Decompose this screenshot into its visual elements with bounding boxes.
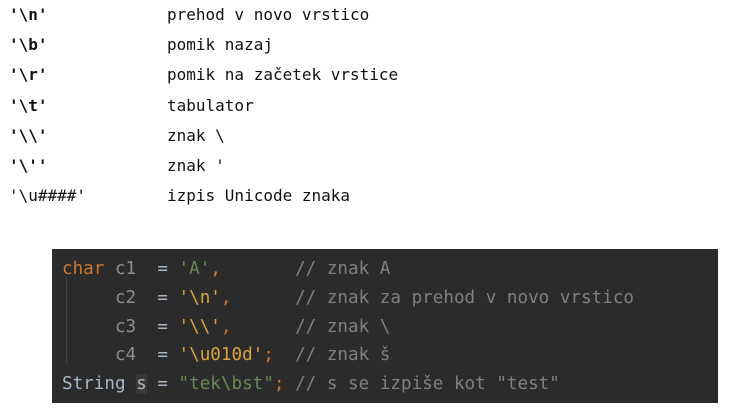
- variable-name: c2: [114, 287, 137, 308]
- char-literal: '\\': [178, 316, 221, 337]
- escape-row: '\r' pomik na začetek vrstice: [9, 63, 398, 93]
- escape-description: pomik na začetek vrstice: [167, 65, 399, 85]
- assign-operator: =: [146, 287, 179, 308]
- char-literal: '\u010d': [178, 345, 264, 366]
- escape-description: tabulator: [167, 95, 254, 115]
- assign-operator: =: [146, 345, 179, 366]
- escape-description: znak ': [167, 155, 225, 175]
- escape-code: '\u####': [9, 186, 87, 206]
- code-line: c2 = '\n', // znak za prehod v novo vrst…: [52, 284, 718, 313]
- escape-row: '\'' znak ': [9, 154, 398, 184]
- escape-description: pomik nazaj: [167, 35, 273, 55]
- escape-row: '\u####' izpis Unicode znaka: [9, 184, 398, 214]
- escape-description: izpis Unicode znaka: [167, 186, 351, 206]
- escape-code: '\t': [9, 95, 48, 115]
- escape-code: '\b': [9, 35, 48, 55]
- escape-code: '\r': [9, 65, 48, 85]
- variable-name: s: [136, 374, 147, 395]
- code-comment: // znak A: [295, 259, 391, 279]
- spacing: [221, 259, 295, 279]
- spacing: [232, 317, 296, 337]
- spacing: [274, 345, 295, 365]
- escape-row: '\n' prehod v novo vrstico: [9, 3, 398, 33]
- assign-operator: =: [146, 374, 179, 395]
- separator: ,: [220, 287, 232, 308]
- escape-row: '\b' pomik nazaj: [9, 33, 398, 63]
- code-line: c4 = '\u010d'; // znak š: [52, 341, 718, 370]
- code-comment: // s se izpiše kot "test": [295, 374, 560, 395]
- code-comment: // znak š: [295, 345, 391, 366]
- escape-code: '\'': [9, 155, 48, 175]
- escape-row: '\t' tabulator: [9, 94, 398, 124]
- escape-sequence-table: '\n' prehod v novo vrstico '\b' pomik na…: [9, 3, 398, 214]
- string-literal: "tek\bst": [178, 374, 274, 395]
- variable-name: c3: [114, 316, 137, 337]
- code-editor-panel: char c1 = 'A', // znak A c2 = '\n', // z…: [52, 249, 718, 403]
- code-line: String s = "tek\bst"; // s se izpiše kot…: [52, 370, 718, 399]
- escape-description: prehod v novo vrstico: [167, 5, 370, 24]
- assign-operator: =: [146, 316, 179, 337]
- escape-code: '\n': [9, 5, 48, 24]
- variable-name: c1: [114, 259, 137, 279]
- spacing: [232, 288, 296, 308]
- separator: ;: [263, 345, 274, 366]
- separator: ;: [273, 374, 285, 395]
- code-line: c3 = '\\', // znak \: [52, 313, 718, 342]
- escape-description: znak \: [167, 125, 225, 145]
- keyword-char: char: [62, 259, 105, 279]
- assign-operator: =: [146, 259, 179, 279]
- type-string: String: [62, 374, 126, 395]
- code-line: char c1 = 'A', // znak A: [52, 255, 718, 284]
- code-comment: // znak \: [295, 316, 391, 337]
- separator: ,: [210, 259, 221, 279]
- separator: ,: [220, 316, 232, 337]
- escape-code: '\\': [9, 125, 48, 145]
- code-comment: // znak za prehod v novo vrstico: [295, 287, 635, 308]
- char-literal: 'A': [178, 259, 211, 279]
- spacing: [284, 374, 295, 394]
- char-literal: '\n': [178, 287, 221, 308]
- escape-row: '\\' znak \: [9, 124, 398, 154]
- variable-name: c4: [114, 345, 137, 366]
